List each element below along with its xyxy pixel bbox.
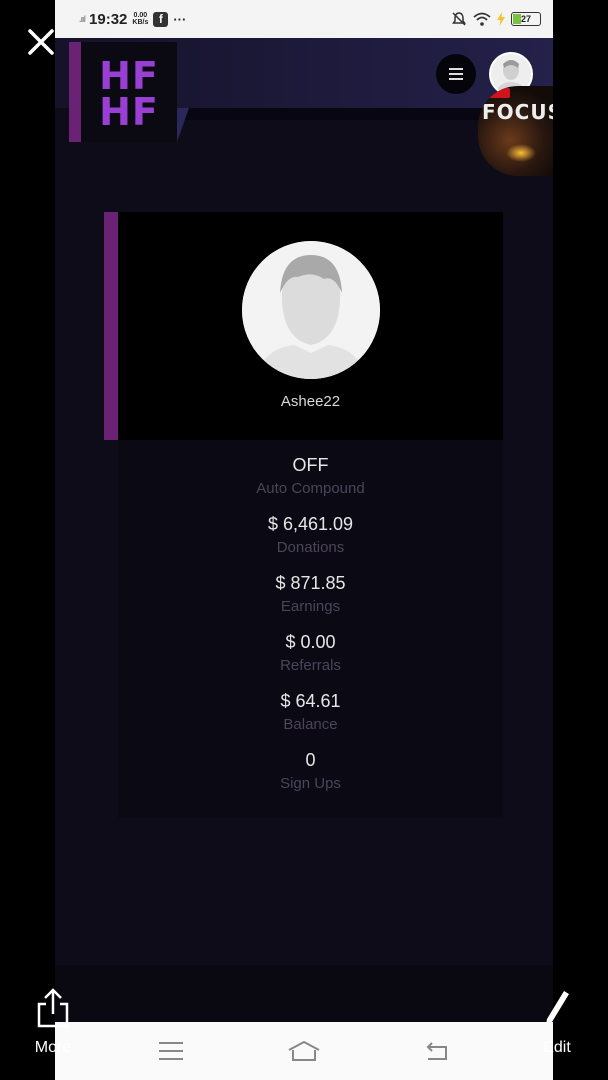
back-icon (426, 1042, 447, 1060)
stat-label: Earnings (280, 598, 341, 615)
badge-text: FOCUS (482, 100, 553, 124)
badge-red-tag (488, 88, 510, 98)
stat-balance: $ 64.61 Balance (118, 690, 503, 735)
more-button[interactable]: More (26, 988, 80, 1068)
network-speed: 0.00 KB/s (132, 12, 148, 26)
wifi-icon (473, 12, 491, 26)
stat-earnings: $ 871.85 Earnings (118, 572, 503, 617)
status-time: 19:32 (89, 10, 128, 28)
stat-value: 0 (305, 750, 316, 770)
badge-glow (506, 144, 536, 162)
stat-value: $ 6,461.09 (267, 514, 354, 534)
status-icons: 27 (451, 11, 541, 27)
stat-value: $ 0.00 (285, 632, 336, 652)
app-logo[interactable]: HF HF (81, 42, 177, 142)
home-icon (288, 1040, 320, 1061)
image-viewer: .ııl 19:32 0.00 KB/s f ··· 27 HF HF FOCU… (0, 0, 608, 1080)
profile-card-accent (104, 212, 118, 440)
close-icon (28, 29, 54, 55)
nav-home-button[interactable] (284, 1031, 324, 1071)
stat-value: OFF (292, 455, 329, 475)
status-bar: .ııl 19:32 0.00 KB/s f ··· 27 (55, 0, 553, 38)
more-label: More (34, 1039, 72, 1056)
logo-accent-bar (69, 42, 81, 142)
hamburger-icon (449, 68, 463, 80)
battery-level: 27 (520, 14, 531, 24)
stat-label: Referrals (280, 657, 341, 674)
profile-avatar (242, 241, 380, 379)
edit-button[interactable]: Edit (532, 988, 582, 1068)
focus-badge[interactable]: FOCUS (478, 86, 553, 176)
stat-label: Balance (283, 716, 338, 733)
stat-donations: $ 6,461.09 Donations (118, 513, 503, 558)
page-footer (55, 965, 553, 1023)
facebook-icon: f (153, 11, 169, 27)
stat-label: Auto Compound (256, 480, 365, 497)
stat-value: $ 871.85 (275, 573, 346, 593)
network-speed-unit: KB/s (132, 19, 149, 26)
stat-value: $ 64.61 (280, 691, 341, 711)
pencil-icon (546, 991, 569, 1025)
logo-line-2: HF (99, 90, 159, 134)
profile-username: Ashee22 (280, 393, 341, 410)
menu-lines-icon (159, 1042, 184, 1060)
user-silhouette-icon (242, 241, 380, 379)
close-button[interactable] (26, 27, 56, 57)
overflow-dots: ··· (173, 11, 187, 27)
stat-auto-compound[interactable]: OFF Auto Compound (118, 454, 503, 499)
mute-bell-icon (452, 12, 466, 26)
signal-icon: .ııl (79, 14, 86, 24)
edit-label: Edit (543, 1039, 571, 1056)
phone-screenshot: .ııl 19:32 0.00 KB/s f ··· 27 HF HF FOCU… (55, 0, 553, 1080)
battery-icon: 27 (511, 12, 541, 26)
logo-line-1: HF (99, 54, 159, 98)
network-speed-value: 0.00 (133, 12, 148, 19)
stat-sign-ups: 0 Sign Ups (118, 749, 503, 794)
nav-menu-button[interactable] (151, 1031, 191, 1071)
stat-referrals: $ 0.00 Referrals (118, 631, 503, 676)
menu-button[interactable] (436, 54, 476, 94)
stat-label: Donations (276, 539, 345, 556)
navigation-bar (55, 1022, 553, 1080)
nav-back-button[interactable] (417, 1031, 457, 1071)
share-icon (37, 988, 69, 1028)
charging-icon (497, 12, 505, 26)
logo-tail (177, 108, 189, 142)
stat-label: Sign Ups (280, 775, 341, 792)
